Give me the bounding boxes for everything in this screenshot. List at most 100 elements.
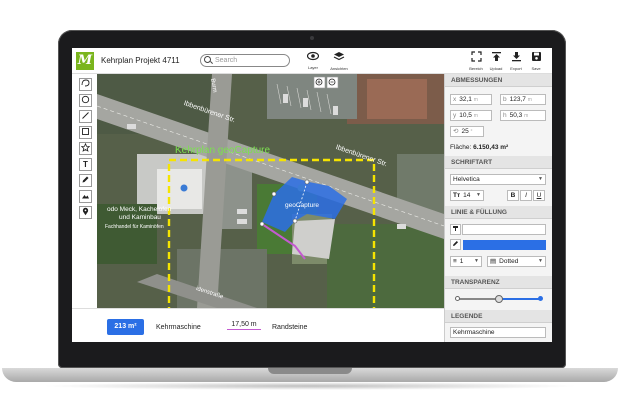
font-size-value: 14 — [463, 192, 471, 199]
camera — [310, 36, 314, 40]
y-value: 10,5 — [459, 112, 472, 119]
font-name: Helvetica — [453, 176, 480, 183]
y-field[interactable]: y 10,5 m — [450, 110, 492, 121]
bereich-button[interactable]: Bereich — [465, 51, 487, 73]
laptop-shadow — [40, 382, 580, 390]
ansichten-button[interactable]: Ansichten — [328, 51, 350, 73]
layer-label: Layer — [307, 65, 318, 70]
line-style-icon: ▤ — [490, 258, 497, 265]
bold-button[interactable]: B — [507, 190, 519, 201]
search-placeholder: Search — [215, 57, 238, 64]
dimensions-header: ABMESSUNGEN — [445, 74, 552, 87]
h-field[interactable]: h 50,3 m — [500, 110, 546, 121]
slider-handle[interactable] — [495, 294, 503, 303]
upload-icon — [485, 51, 507, 66]
rotation-icon: ⟲ — [453, 128, 459, 135]
y-label: y — [453, 112, 457, 119]
line-icon[interactable] — [79, 110, 92, 123]
x-label: x — [453, 96, 457, 103]
legend-input[interactable]: Kehrmaschine — [450, 327, 546, 338]
pin-label: geoCapture — [285, 202, 319, 209]
upload-label: Upload — [489, 66, 503, 71]
font-header: SCHRIFTART — [445, 156, 552, 169]
project-title: Kehrplan Projekt 4711 — [101, 56, 180, 65]
length-value[interactable]: 17,50 m — [227, 321, 261, 330]
export-button[interactable]: Export — [505, 51, 527, 73]
rotation-unit: ° — [470, 129, 473, 135]
business-name-3: Fachhandel für Kaminöfen — [105, 224, 164, 230]
line-width-select[interactable]: ≡ 1 ▼ — [450, 256, 482, 267]
rectangle-icon[interactable] — [79, 126, 92, 139]
selection-label: Kehrplan geoCapture — [175, 145, 271, 156]
b-value: 123,7 — [509, 96, 526, 103]
top-bar: M Kehrplan Projekt 4711 Search Layer Ans… — [72, 48, 552, 74]
font-size-select[interactable]: Tт 14 ▼ — [450, 190, 484, 201]
chevron-down-icon: ▼ — [476, 192, 481, 198]
satellite-map — [97, 74, 444, 308]
lasso-icon[interactable] — [79, 78, 92, 91]
export-label: Export — [510, 66, 522, 71]
stroke-pencil-icon[interactable] — [450, 239, 461, 250]
stroke-color-swatch[interactable] — [463, 240, 546, 250]
line-style-select[interactable]: ▤ Dotted ▼ — [487, 256, 546, 267]
h-unit: m — [524, 113, 529, 119]
rotation-field[interactable]: ⟲ 25 ° — [450, 126, 484, 137]
fill-bucket-icon[interactable] — [450, 224, 461, 235]
line-fill-header: LINIE & FÜLLUNG — [445, 206, 552, 219]
text-icon[interactable]: T — [79, 158, 92, 171]
x-value: 32,1 — [459, 96, 472, 103]
area-summary-label: Fläche: — [450, 144, 472, 151]
download-icon — [505, 51, 527, 66]
h-value: 50,3 — [509, 112, 523, 119]
fill-color-field[interactable] — [462, 224, 546, 235]
chevron-down-icon: ▼ — [538, 258, 543, 264]
line-style-value: Dotted — [499, 258, 519, 265]
line-width-value: 1 — [459, 258, 464, 265]
layer-button[interactable]: Layer — [302, 51, 324, 73]
location-pin-icon[interactable] — [79, 206, 92, 219]
circle-icon[interactable] — [79, 94, 92, 107]
pencil-icon[interactable] — [79, 174, 92, 187]
image-icon[interactable] — [79, 190, 92, 203]
search-input[interactable]: Search — [200, 54, 290, 67]
star-icon[interactable] — [79, 142, 92, 155]
area-badge[interactable]: 213 m² — [107, 319, 144, 335]
laptop-notch — [268, 368, 352, 374]
legend-value: Kehrmaschine — [453, 329, 495, 336]
upload-button[interactable]: Upload — [485, 51, 507, 73]
save-button[interactable]: Save — [525, 51, 547, 73]
slider-min-dot — [455, 296, 460, 301]
ansichten-label: Ansichten — [330, 66, 348, 71]
transparency-slider[interactable] — [455, 294, 543, 303]
y-unit: m — [473, 113, 478, 119]
search-icon — [204, 56, 211, 63]
fullscreen-icon — [465, 51, 487, 66]
chevron-down-icon: ▼ — [538, 176, 543, 182]
layers-icon — [328, 51, 350, 66]
map-view[interactable]: Kehrplan geoCapture geoCapture odo Meck,… — [97, 74, 444, 308]
floppy-icon — [525, 51, 547, 66]
underline-button[interactable]: U — [533, 190, 545, 201]
rotation-value: 25 — [461, 128, 469, 135]
b-unit: m — [527, 97, 532, 103]
x-field[interactable]: x 32,1 m — [450, 94, 492, 105]
italic-button[interactable]: I — [520, 190, 532, 201]
area-summary-value: 6.150,43 m² — [473, 144, 509, 151]
legend-header: LEGENDE — [445, 310, 552, 323]
app-screen: M Kehrplan Projekt 4711 Search Layer Ans… — [72, 48, 552, 342]
line-width-icon: ≡ — [453, 258, 457, 265]
slider-fill — [499, 298, 541, 300]
properties-panel: ABMESSUNGEN x 32,1 m b 123,7 m y 10,5 m h 50… — [444, 74, 552, 342]
eye-icon — [302, 51, 324, 65]
transparency-header: TRANSPARENZ — [445, 276, 552, 289]
length-legend-label: Randsteine — [272, 324, 308, 331]
laptop-frame: M Kehrplan Projekt 4711 Search Layer Ans… — [0, 0, 620, 414]
b-field[interactable]: b 123,7 m — [500, 94, 546, 105]
chevron-down-icon: ▼ — [474, 258, 479, 264]
save-label: Save — [531, 66, 541, 71]
business-name-1: odo Meck, Kachelofen — [107, 206, 172, 213]
bereich-label: Bereich — [469, 66, 483, 71]
area-legend-label: Kehrmaschine — [156, 324, 201, 331]
x-unit: m — [473, 97, 478, 103]
font-select[interactable]: Helvetica ▼ — [450, 174, 546, 185]
